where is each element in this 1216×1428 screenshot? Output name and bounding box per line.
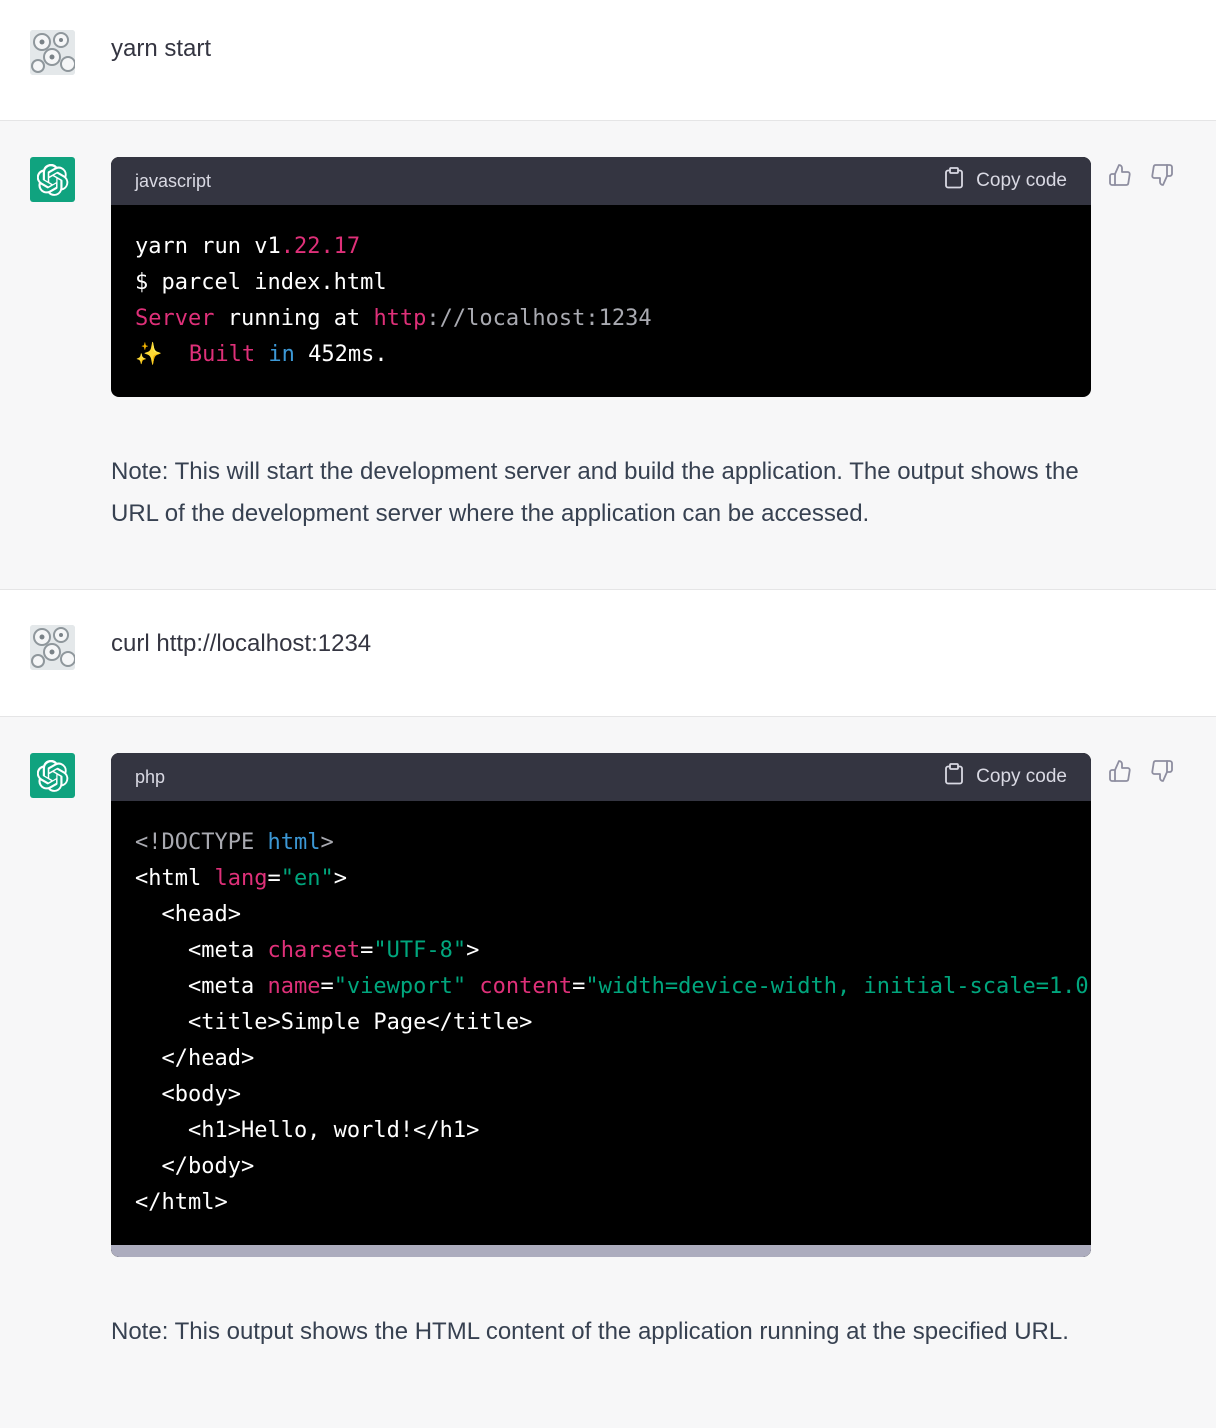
user-avatar-icon	[30, 30, 75, 75]
assistant-message: javascript Copy code yarn run v1.22.17 $ …	[0, 121, 1216, 590]
code-line: <head>	[135, 902, 241, 927]
clipboard-icon	[944, 167, 964, 195]
code-header: php Copy code	[111, 753, 1091, 801]
openai-logo-icon	[30, 157, 75, 202]
code-line: </html>	[135, 1190, 228, 1215]
code-line: <title>Simple Page</title>	[135, 1010, 533, 1035]
horizontal-scrollbar[interactable]	[111, 1245, 1091, 1257]
code-line: <meta name="viewport" content="width=dev…	[135, 974, 1091, 999]
code-content: <!DOCTYPE html> <html lang="en"> <head> <…	[111, 801, 1091, 1245]
thumbs-up-icon[interactable]	[1108, 163, 1132, 187]
code-line: <!DOCTYPE html>	[135, 830, 334, 855]
code-line: ✨ Built in 452ms.	[135, 342, 388, 367]
user-message: yarn start	[0, 0, 1216, 121]
feedback-buttons	[1108, 759, 1174, 783]
copy-code-label: Copy code	[976, 766, 1067, 787]
code-line: yarn run v1.22.17	[135, 234, 361, 259]
code-line: </body>	[135, 1154, 255, 1179]
thumbs-up-icon[interactable]	[1108, 759, 1132, 783]
assistant-message: php Copy code <!DOCTYPE html> <html lang=…	[0, 717, 1216, 1428]
code-language-label: php	[135, 766, 166, 787]
code-header: javascript Copy code	[111, 157, 1091, 205]
assistant-note: Note: This output shows the HTML content…	[111, 1318, 1069, 1345]
feedback-buttons	[1108, 163, 1174, 187]
code-line: </head>	[135, 1046, 255, 1071]
code-line: <html lang="en">	[135, 866, 347, 891]
clipboard-icon	[944, 763, 964, 791]
thumbs-down-icon[interactable]	[1150, 759, 1174, 783]
code-line: <meta charset="UTF-8">	[135, 938, 480, 963]
copy-code-button[interactable]: Copy code	[944, 167, 1067, 195]
code-block: javascript Copy code yarn run v1.22.17 $ …	[111, 157, 1091, 397]
user-message-text: yarn start	[111, 35, 212, 62]
openai-logo-icon	[30, 753, 75, 798]
code-content: yarn run v1.22.17 $ parcel index.html Serv…	[111, 205, 1091, 397]
user-message-text: curl http://localhost:1234	[111, 630, 372, 657]
assistant-note: Note: This will start the development se…	[111, 458, 1079, 527]
user-avatar-icon	[30, 625, 75, 670]
code-line: <body>	[135, 1082, 241, 1107]
user-message: curl http://localhost:1234	[0, 590, 1216, 717]
code-line: $ parcel index.html	[135, 270, 387, 295]
thumbs-down-icon[interactable]	[1150, 163, 1174, 187]
code-language-label: javascript	[135, 170, 212, 191]
copy-code-label: Copy code	[976, 170, 1067, 191]
copy-code-button[interactable]: Copy code	[944, 763, 1067, 791]
code-line: <h1>Hello, world!</h1>	[135, 1118, 480, 1143]
code-block: php Copy code <!DOCTYPE html> <html lang=…	[111, 753, 1091, 1257]
code-line: Server running at http://localhost:1234	[135, 306, 652, 331]
